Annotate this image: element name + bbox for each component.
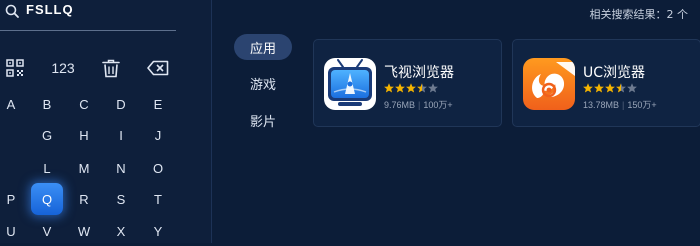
star-filled-icon — [384, 83, 394, 93]
meta-divider: | — [622, 100, 625, 110]
key-l[interactable]: L — [32, 153, 62, 183]
keyboard-panel: FSLLQ 123 A B C D E G H I J L M N O P Q … — [0, 0, 211, 243]
qrcode-button[interactable] — [4, 58, 26, 78]
panel-divider — [211, 0, 212, 243]
key-e[interactable]: E — [143, 89, 173, 119]
key-j[interactable]: J — [143, 120, 173, 150]
app-size: 13.78MB — [583, 100, 620, 110]
rating-stars — [384, 83, 438, 93]
key-t[interactable]: T — [143, 184, 173, 214]
key-h[interactable]: H — [69, 120, 99, 150]
star-half-icon — [616, 83, 626, 93]
backspace-icon — [147, 60, 169, 76]
star-empty-icon — [428, 83, 438, 93]
key-y[interactable]: Y — [143, 216, 173, 246]
star-half-icon — [417, 83, 427, 93]
qrcode-icon — [6, 59, 24, 77]
key-i[interactable]: I — [106, 120, 136, 150]
tv-browser-icon — [324, 58, 376, 110]
star-empty-icon — [627, 83, 637, 93]
key-d[interactable]: D — [106, 89, 136, 119]
search-query-text: FSLLQ — [26, 2, 74, 17]
numbers-toggle-button[interactable]: 123 — [46, 58, 80, 78]
uc-squirrel-icon — [523, 58, 575, 110]
category-tab-videos[interactable]: 影片 — [234, 107, 292, 133]
app-downloads: 150万+ — [627, 100, 657, 110]
key-u[interactable]: U — [0, 216, 26, 246]
key-x[interactable]: X — [106, 216, 136, 246]
meta-divider: | — [418, 100, 421, 110]
result-card[interactable]: 飞视浏览器 9.76MB | 100万+ — [313, 39, 502, 127]
app-meta: 13.78MB | 150万+ — [583, 98, 657, 111]
result-card[interactable]: UC浏览器 13.78MB | 150万+ — [512, 39, 700, 127]
app-name: 飞视浏览器 — [384, 65, 454, 81]
star-filled-icon — [583, 83, 593, 93]
key-p[interactable]: P — [0, 184, 26, 214]
star-filled-icon — [395, 83, 405, 93]
app-size: 9.76MB — [384, 100, 416, 110]
backspace-button[interactable] — [146, 58, 170, 78]
key-a[interactable]: A — [0, 89, 26, 119]
category-tab-apps[interactable]: 应用 — [234, 34, 292, 60]
key-w[interactable]: W — [69, 216, 99, 246]
key-o[interactable]: O — [143, 153, 173, 183]
star-filled-icon — [406, 83, 416, 93]
key-c[interactable]: C — [69, 89, 99, 119]
key-v[interactable]: V — [32, 216, 62, 246]
key-s[interactable]: S — [106, 184, 136, 214]
app-name: UC浏览器 — [583, 65, 646, 81]
rating-stars — [583, 83, 637, 93]
key-m[interactable]: M — [69, 153, 99, 183]
clear-button[interactable] — [100, 58, 122, 78]
key-n[interactable]: N — [106, 153, 136, 183]
key-b[interactable]: B — [32, 89, 62, 119]
key-r[interactable]: R — [69, 184, 99, 214]
trash-icon — [102, 59, 120, 77]
result-count: 相关搜索结果：2 个 — [589, 8, 689, 21]
key-q-selected[interactable]: Q — [31, 183, 63, 215]
search-underline — [0, 30, 176, 31]
star-filled-icon — [594, 83, 604, 93]
search-icon — [5, 4, 19, 18]
app-downloads: 100万+ — [423, 100, 453, 110]
star-filled-icon — [605, 83, 615, 93]
key-g[interactable]: G — [32, 120, 62, 150]
app-meta: 9.76MB | 100万+ — [384, 98, 453, 111]
category-tab-games[interactable]: 游戏 — [234, 70, 292, 96]
